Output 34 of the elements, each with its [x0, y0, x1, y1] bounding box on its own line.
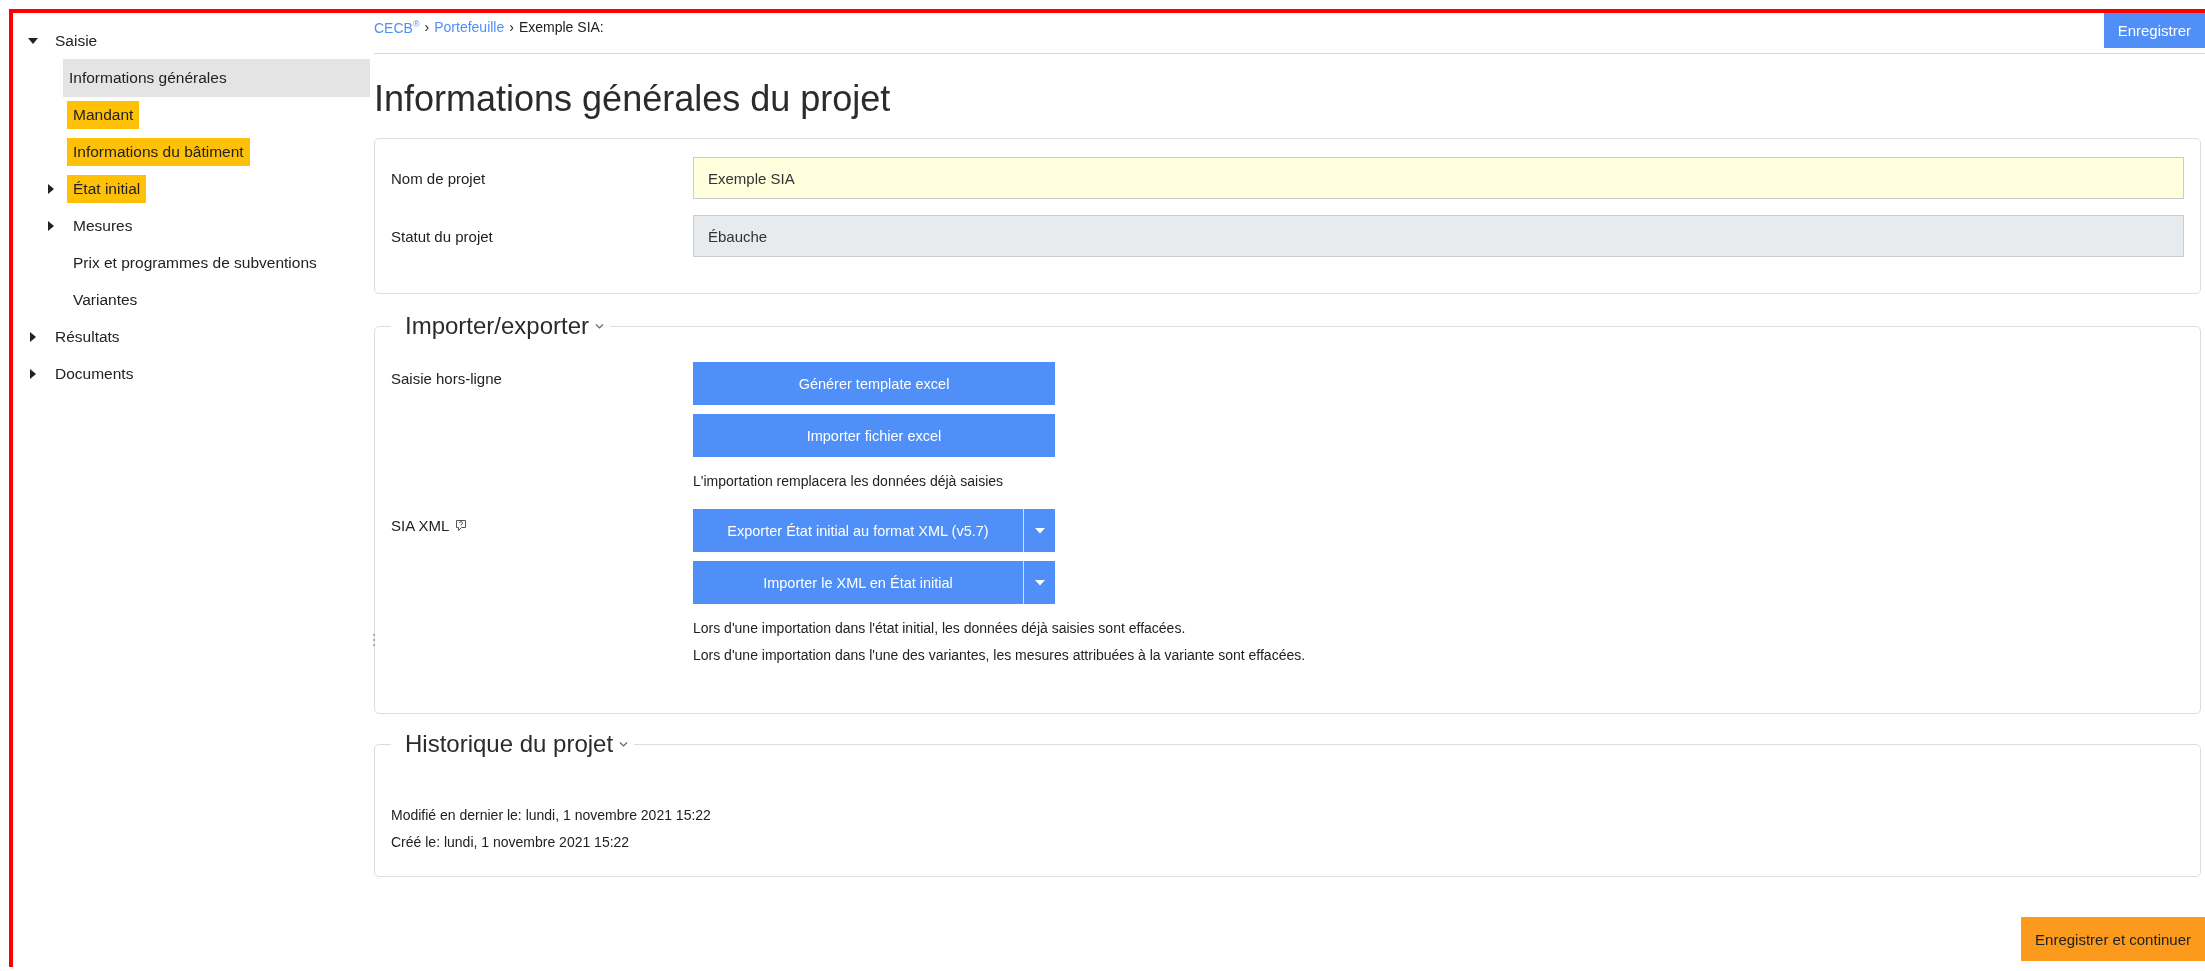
page-title: Informations générales du projet	[374, 78, 892, 120]
field-label: Saisie hors-ligne	[391, 370, 502, 387]
sidebar-item[interactable]: Mesures	[67, 211, 139, 240]
sidebar-item[interactable]: Prix et programmes de subventions	[67, 248, 323, 277]
help-icon[interactable]	[455, 518, 468, 533]
chevron-down-icon[interactable]	[619, 740, 629, 748]
caret-down-icon	[1034, 527, 1045, 534]
field-label: SIA XML	[391, 517, 450, 534]
field-label: Nom de projet	[391, 169, 487, 187]
hint-text: Lors d'une importation dans l'une des variantes, les mesures attribuées à la variante sont effacées.	[693, 646, 1306, 665]
breadcrumb-current: Exemple SIA:	[518, 19, 604, 36]
hint-text: Lors d'une importation dans l'état initial, les données déjà saisies sont effacées.	[693, 619, 1187, 638]
history-text: Modifié en dernier le: lundi, 1 novembre 2021 15:22	[391, 806, 712, 825]
sidebar-item[interactable]: Variantes	[67, 285, 144, 314]
sidebar-item[interactable]: Mandant	[67, 100, 140, 129]
section-title: Historique du projet	[405, 730, 614, 758]
breadcrumb-separator: ›	[509, 19, 514, 36]
sidebar-item[interactable]: État initial	[67, 174, 147, 203]
chevron-down-icon[interactable]	[595, 322, 605, 330]
breadcrumb-separator: ›	[424, 19, 430, 36]
caret-down-icon	[1034, 579, 1045, 586]
resize-handle-icon[interactable]	[372, 633, 376, 647]
history-text: Créé le: lundi, 1 novembre 2021 15:22	[391, 833, 631, 852]
save-continue-button[interactable]: Enregistrer et continuer	[2021, 917, 2205, 961]
sidebar-item[interactable]: Saisie	[49, 26, 104, 55]
sidebar-item[interactable]: Documents	[49, 359, 140, 388]
sidebar-item[interactable]: Résultats	[49, 322, 126, 351]
input-field[interactable]: Exemple SIA	[693, 157, 2184, 199]
sidebar-item[interactable]: Informations du bâtiment	[67, 137, 250, 166]
readonly-field[interactable]: Ébauche	[693, 215, 2184, 257]
hint-text: L'importation remplacera les données déjà saisies	[693, 472, 1005, 491]
section-title: Importer/exporter	[405, 312, 590, 340]
sidebar-item[interactable]: Informations générales	[63, 58, 370, 97]
field-label: Statut du projet	[391, 227, 494, 245]
